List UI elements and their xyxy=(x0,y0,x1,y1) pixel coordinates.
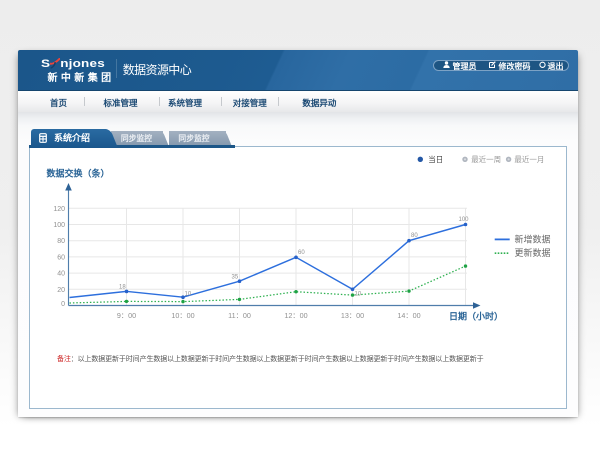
svg-text:60: 60 xyxy=(57,254,65,261)
svg-text:35: 35 xyxy=(231,274,238,280)
svg-text:14：00: 14：00 xyxy=(397,311,420,320)
svg-text:当日: 当日 xyxy=(428,154,443,164)
svg-text:13：00: 13：00 xyxy=(340,311,363,320)
svg-text:60: 60 xyxy=(298,250,305,256)
svg-text:数据交换（条）: 数据交换（条） xyxy=(46,167,109,178)
svg-text:20: 20 xyxy=(57,286,65,293)
svg-text:10：00: 10：00 xyxy=(171,311,194,320)
svg-text:最近一周: 最近一周 xyxy=(471,154,501,164)
svg-text:80: 80 xyxy=(57,238,65,245)
svg-text:120: 120 xyxy=(53,206,65,213)
svg-text:10: 10 xyxy=(354,291,361,297)
svg-text:18: 18 xyxy=(119,284,126,290)
svg-text:新增数据: 新增数据 xyxy=(514,233,550,244)
svg-text:最近一月: 最近一月 xyxy=(514,154,544,164)
svg-text:12：00: 12：00 xyxy=(284,311,307,320)
svg-text:0: 0 xyxy=(61,301,65,308)
svg-text:更新数据: 更新数据 xyxy=(514,247,550,258)
svg-text:100: 100 xyxy=(458,217,469,223)
svg-text:11：00: 11：00 xyxy=(228,311,251,320)
svg-text:100: 100 xyxy=(53,222,65,229)
svg-text:80: 80 xyxy=(411,233,418,239)
svg-text:10: 10 xyxy=(184,291,191,297)
svg-text:40: 40 xyxy=(57,270,65,277)
svg-text:9：00: 9：00 xyxy=(116,311,135,320)
svg-text:日期（小时）: 日期（小时） xyxy=(449,310,503,321)
